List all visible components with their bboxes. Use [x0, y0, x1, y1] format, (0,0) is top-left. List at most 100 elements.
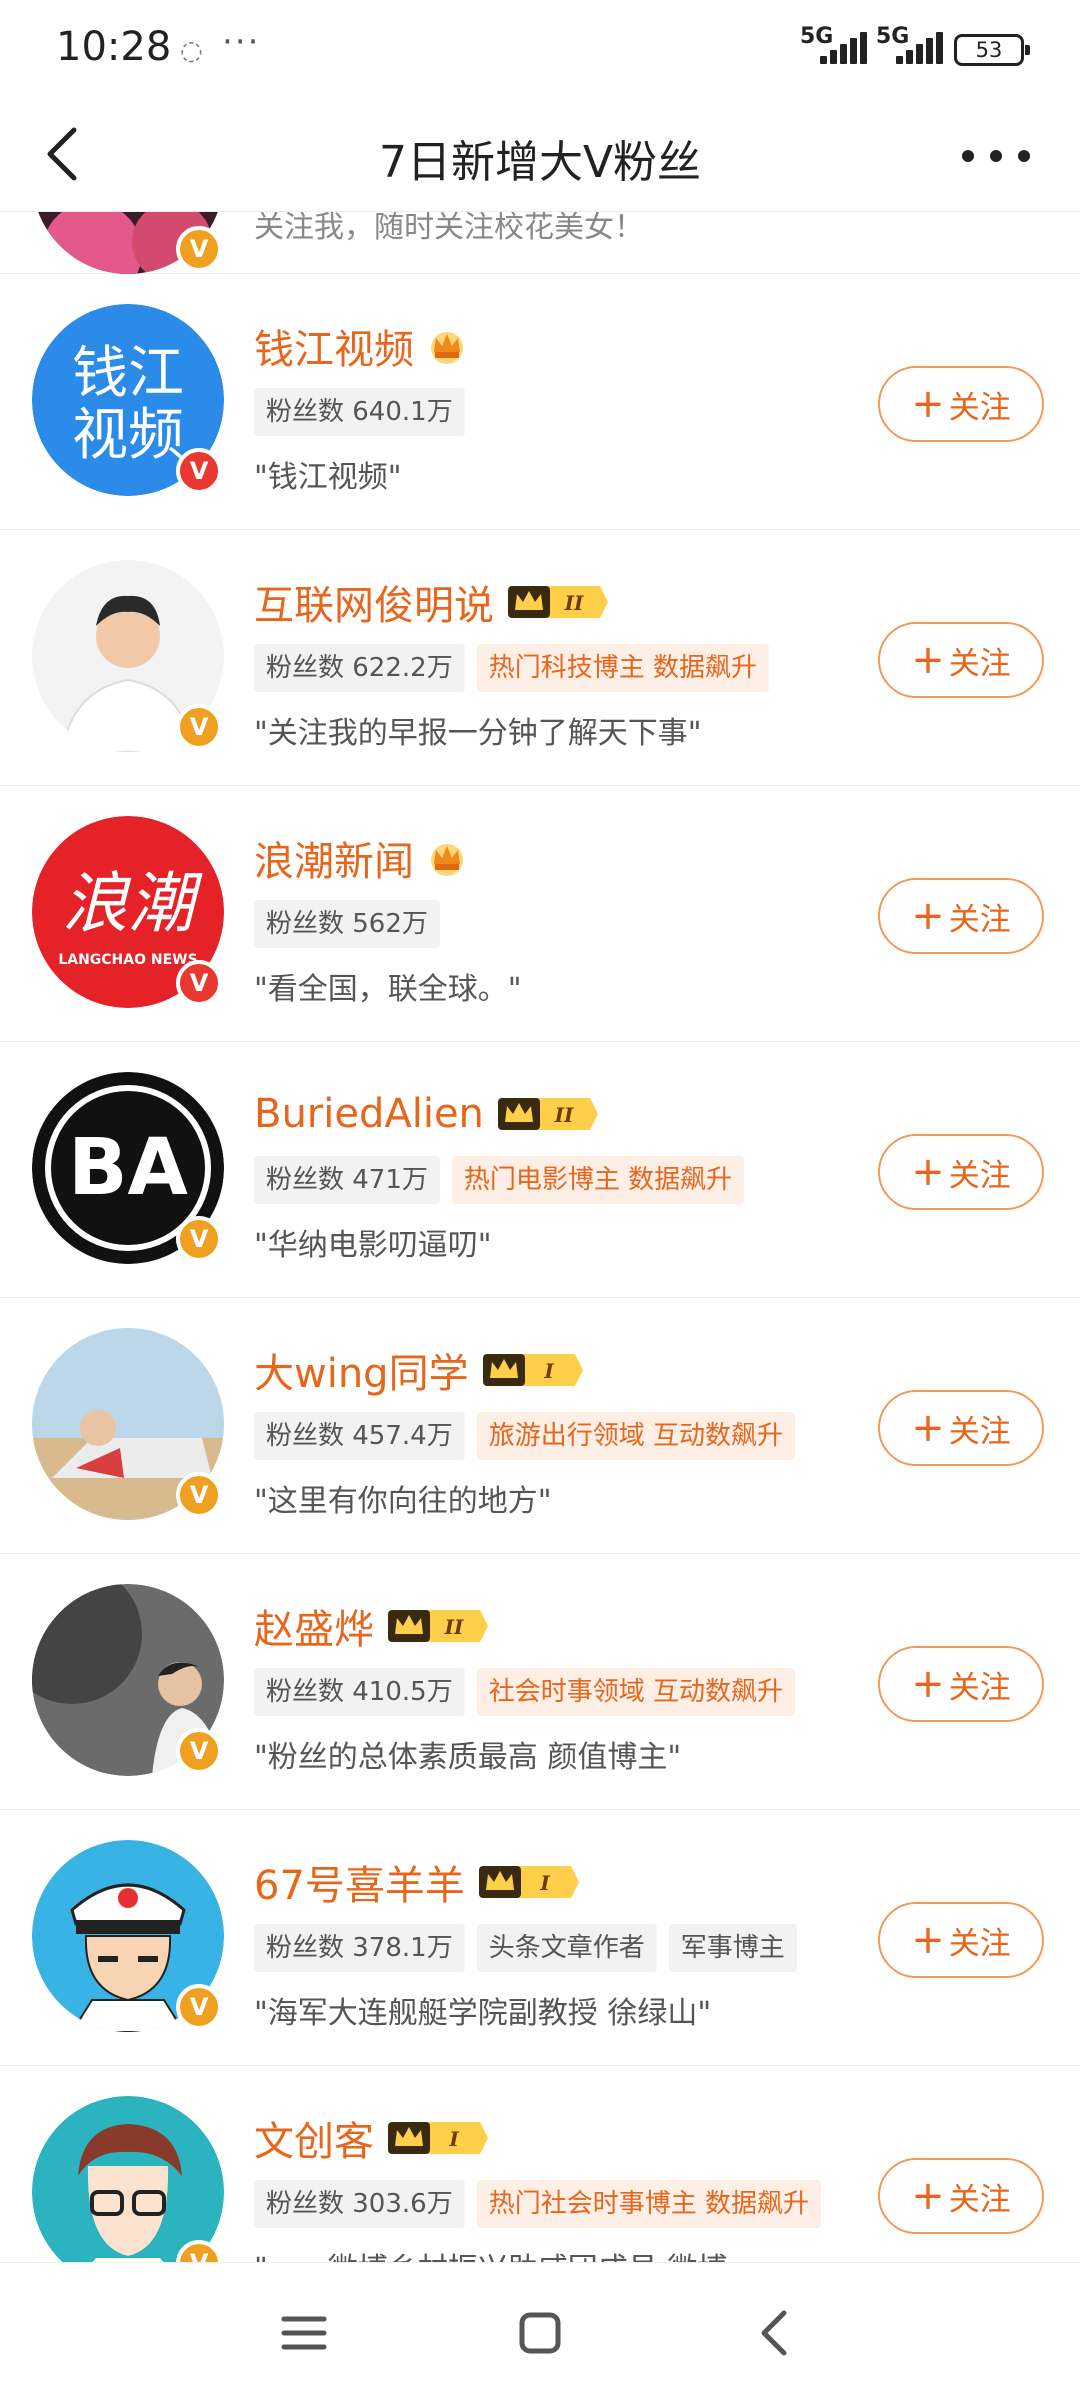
hot-tag: 热门科技博主 数据飙升 — [476, 644, 769, 692]
account-name[interactable]: 浪潮新闻 — [254, 829, 414, 887]
account-name[interactable]: 大wing同学 — [254, 1341, 469, 1399]
category-tag: 头条文章作者 — [476, 1924, 657, 1972]
signal-icon: 5G — [800, 24, 868, 66]
list-item[interactable]: V 互联网俊明说 II 粉丝数 622.2万 热门科技博主 数据飙升 "关注我的… — [0, 530, 1080, 786]
account-desc: "……微博乡村振兴助威团成员 微博 — [254, 2244, 727, 2262]
crown-icon: II — [497, 1098, 598, 1130]
list-item[interactable]: V 赵盛烨 II 粉丝数 410.5万 社会时事领域 互动数飙升 "粉丝的总体素… — [0, 1554, 1080, 1810]
svg-text:I: I — [543, 1359, 554, 1383]
account-desc: "海军大连舰艇学院副教授 徐绿山" — [254, 1996, 712, 2031]
menu-button[interactable] — [270, 2299, 338, 2367]
back-arrow-icon — [761, 2310, 787, 2356]
page-title: 7日新增大V粉丝 — [378, 137, 702, 188]
account-name[interactable]: 文创客 — [254, 2109, 374, 2167]
fans-count-tag: 粉丝数 471万 — [254, 1156, 440, 1204]
account-desc: "这里有你向往的地方" — [254, 1484, 552, 1519]
network-type-label: 5G — [876, 24, 910, 49]
home-square-icon — [519, 2312, 561, 2354]
account-name[interactable]: 钱江视频 — [254, 317, 414, 375]
category-tag: 军事博主 — [668, 1924, 797, 1972]
verified-v-icon: V — [176, 226, 222, 272]
more-dots-icon — [962, 150, 974, 162]
notification-icon: ◌ — [180, 36, 203, 66]
home-button[interactable] — [506, 2299, 574, 2367]
crown-icon: II — [508, 586, 608, 618]
account-name[interactable]: BuriedAlien — [254, 1091, 484, 1137]
avatar-text: 钱江 — [72, 341, 184, 406]
fans-count-tag: 粉丝数 622.2万 — [254, 644, 465, 692]
follow-button[interactable]: + 关注 — [878, 1390, 1044, 1466]
verified-v-icon: V — [176, 1472, 222, 1518]
list-item[interactable]: V 大wing同学 I 粉丝数 457.4万 旅游出行领域 互动数飙升 "这里有… — [0, 1298, 1080, 1554]
fans-list[interactable]: V 关注我，随时关注校花美女！ 钱江 视频 V 钱江视频 粉丝数 640.1万 … — [0, 212, 1080, 2262]
account-desc: 关注我，随时关注校花美女！ — [254, 212, 644, 245]
verified-v-icon: V — [176, 1984, 222, 2030]
plus-icon: + — [911, 381, 945, 427]
avatar-text: 视频 — [72, 403, 184, 468]
svg-text:I: I — [448, 2127, 459, 2151]
fans-count-tag: 粉丝数 378.1万 — [254, 1924, 465, 1972]
plus-icon: + — [911, 1917, 945, 1963]
list-item[interactable]: 钱江 视频 V 钱江视频 粉丝数 640.1万 "钱江视频" + 关注 — [0, 274, 1080, 530]
list-item[interactable]: 浪潮 LANGCHAO NEWS V 浪潮新闻 粉丝数 562万 "看全国，联全… — [0, 786, 1080, 1042]
avatar-text: LANGCHAO NEWS — [58, 952, 197, 968]
avatar-text: 浪潮 — [62, 865, 203, 942]
list-item[interactable]: V 关注我，随时关注校花美女！ — [0, 212, 1080, 274]
verified-v-icon: V — [176, 1216, 222, 1262]
follow-button[interactable]: + 关注 — [878, 1646, 1044, 1722]
plus-icon: + — [911, 637, 945, 683]
fans-count-tag: 粉丝数 640.1万 — [254, 388, 465, 436]
network-type-label: 5G — [800, 24, 834, 49]
list-item[interactable]: BA V BuriedAlien II 粉丝数 471万 热门电影博主 数据飙升… — [0, 1042, 1080, 1298]
list-item[interactable]: V 文创客 I 粉丝数 303.6万 热门社会时事博主 数据飙升 "……微博乡村… — [0, 2066, 1080, 2262]
system-back-button[interactable] — [742, 2299, 810, 2367]
fans-count-tag: 粉丝数 410.5万 — [254, 1668, 465, 1716]
account-name[interactable]: 互联网俊明说 — [254, 573, 494, 631]
avatar-text: BA — [68, 1123, 188, 1213]
hot-tag: 热门电影博主 数据飙升 — [451, 1156, 745, 1204]
fans-count-tag: 粉丝数 303.6万 — [254, 2180, 465, 2228]
plus-icon: + — [911, 1405, 945, 1451]
svg-text:II: II — [554, 1103, 574, 1127]
account-desc: "钱江视频" — [254, 460, 402, 495]
svg-text:II: II — [564, 591, 584, 615]
verified-v-icon: V — [176, 704, 222, 750]
svg-text:I: I — [539, 1871, 550, 1895]
hot-tag: 社会时事领域 互动数飙升 — [476, 1668, 795, 1716]
account-name[interactable]: 67号喜羊羊 — [254, 1853, 465, 1911]
more-notifications-icon: ··· — [222, 22, 261, 62]
verified-v-icon: V — [176, 960, 222, 1006]
verified-v-icon: V — [176, 1728, 222, 1774]
follow-button[interactable]: + 关注 — [878, 1902, 1044, 1978]
follow-button[interactable]: + 关注 — [878, 622, 1044, 698]
account-desc: "看全国，联全球。" — [254, 972, 522, 1007]
account-desc: "关注我的早报一分钟了解天下事" — [254, 716, 702, 751]
follow-button[interactable]: + 关注 — [878, 366, 1044, 442]
nav-bar: 7日新增大V粉丝 — [0, 96, 1080, 212]
follow-button[interactable]: + 关注 — [878, 1134, 1044, 1210]
plus-icon: + — [911, 1661, 945, 1707]
signal-icon: 5G — [876, 24, 944, 66]
battery-level: 53 — [975, 38, 1003, 62]
verified-v-icon: V — [176, 448, 222, 494]
battery-icon: 53 — [954, 34, 1030, 66]
fans-count-tag: 粉丝数 562万 — [254, 900, 440, 948]
plus-icon: + — [911, 2173, 945, 2219]
account-name[interactable]: 赵盛烨 — [254, 1597, 374, 1655]
avatar[interactable] — [32, 2096, 224, 2262]
menu-icon — [281, 2316, 327, 2350]
more-button[interactable] — [956, 120, 1036, 188]
crown-icon: II — [388, 1610, 488, 1642]
follow-button[interactable]: + 关注 — [878, 878, 1044, 954]
list-item[interactable]: V 67号喜羊羊 I 粉丝数 378.1万 头条文章作者 军事博主 "海军大连舰… — [0, 1810, 1080, 2066]
follow-button[interactable]: + 关注 — [878, 2158, 1044, 2234]
crown-icon: I — [482, 1354, 583, 1386]
system-nav-bar — [0, 2262, 1080, 2400]
account-desc: "粉丝的总体素质最高 颜值博主" — [254, 1740, 682, 1775]
status-time: 10:28 — [56, 24, 172, 70]
status-bar: 10:28 ◌ ··· 5G 5G 53 — [0, 0, 1080, 96]
svg-text:II: II — [444, 1615, 464, 1639]
crown-icon — [431, 844, 463, 876]
plus-icon: + — [911, 893, 945, 939]
crown-icon: I — [478, 1866, 579, 1898]
